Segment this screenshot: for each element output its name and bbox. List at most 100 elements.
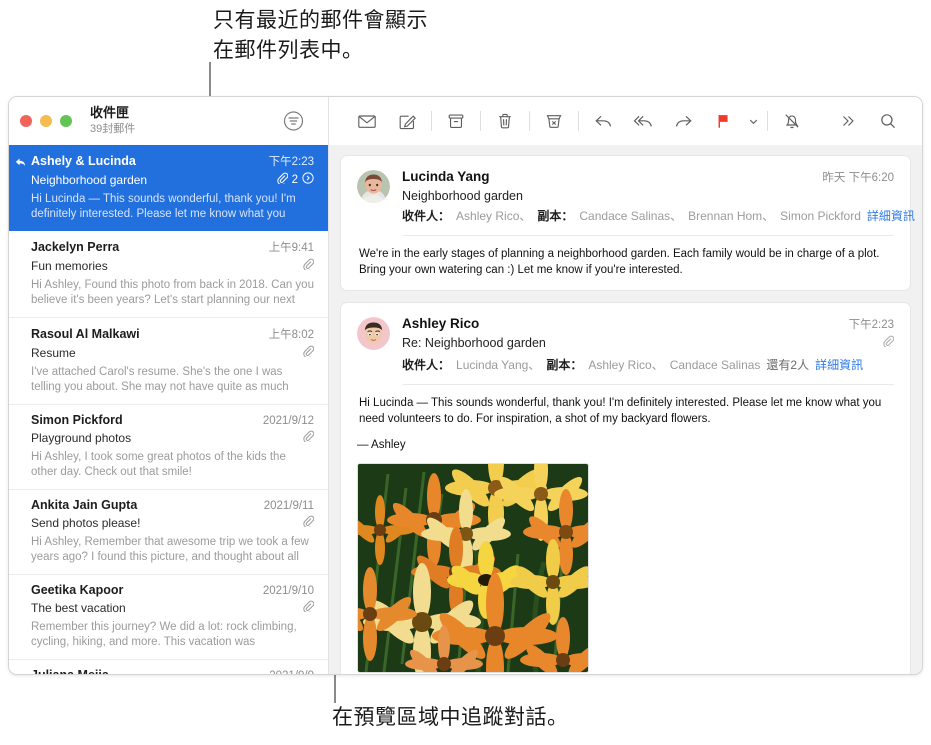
toolbar-divider: [480, 111, 481, 131]
message-list-item-5[interactable]: Geetika Kapoor 2021/9/10 The best vacati…: [9, 575, 328, 660]
message-list-item-2[interactable]: Rasoul Al Malkawi 上午8:02 Resume I've att…: [9, 318, 328, 405]
minimize-button[interactable]: [40, 115, 52, 127]
message-subject: Fun memories: [31, 259, 108, 273]
message-list-item-line1: Rasoul Al Malkawi 上午8:02: [31, 326, 314, 342]
message-snippet: Remember this journey? We did a lot: roc…: [31, 621, 297, 648]
window-controls[interactable]: [20, 115, 72, 127]
to-names: Lucinda Yang、: [456, 358, 541, 372]
message-list-item-line1: Geetika Kapoor 2021/9/10: [31, 583, 314, 597]
paperclip-icon: [302, 514, 315, 532]
search-icon[interactable]: [868, 104, 908, 138]
header-divider: [403, 235, 894, 236]
trash-icon[interactable]: [485, 104, 525, 138]
avatar: [357, 317, 390, 350]
callout-bottom-text: 在預覽區域中追蹤對話。: [332, 706, 569, 729]
chevron-down-icon[interactable]: [743, 104, 763, 138]
filter-circle-icon[interactable]: [283, 111, 304, 132]
message-signature: — Ashley: [357, 439, 406, 451]
message-sender: Juliana Mejia: [31, 668, 263, 674]
mailbox-title-block: 收件匣 39封郵件: [90, 105, 136, 136]
message-date: 上午9:41: [268, 242, 314, 254]
header-divider: [403, 384, 894, 385]
message-header: Lucinda Yang 昨天 下午6:20 Neighborhood gard…: [357, 168, 915, 224]
message-badges: [302, 257, 315, 275]
message-header-main: Lucinda Yang 昨天 下午6:20 Neighborhood gard…: [402, 168, 915, 224]
zoom-button[interactable]: [60, 115, 72, 127]
message-date: 2021/9/10: [262, 585, 314, 597]
cc-label: 副本：: [546, 358, 583, 372]
message-subject: The best vacation: [31, 601, 126, 615]
thread-count: 2: [291, 174, 298, 186]
backyard-flowers-photo[interactable]: [357, 463, 589, 673]
cc-name-2: Candace Salinas: [669, 358, 761, 372]
reply-icon[interactable]: [583, 104, 623, 138]
message-list-item-line1: Ankita Jain Gupta 2021/9/11: [31, 498, 314, 512]
message-header-main: Ashley Rico 下午2:23 Re: Neighborhood gard…: [402, 315, 895, 373]
cc-name-1: Candace Salinas、: [579, 209, 683, 223]
message-header: Ashley Rico 下午2:23 Re: Neighborhood gard…: [357, 315, 895, 373]
details-link[interactable]: 詳細資訊: [815, 356, 863, 373]
flag-icon[interactable]: [703, 104, 743, 138]
chevrons-right-icon[interactable]: [828, 104, 868, 138]
cc-name-1: Ashley Rico、: [588, 358, 664, 372]
message-body: Hi Lucinda — This sounds wonderful, than…: [359, 397, 882, 425]
details-link[interactable]: 詳細資訊: [867, 207, 915, 224]
message-date: 下午2:23: [268, 156, 314, 168]
conversation-message-1[interactable]: Ashley Rico 下午2:23 Re: Neighborhood gard…: [340, 302, 911, 674]
message-sender: Jackelyn Perra: [31, 240, 120, 254]
paperclip-icon: [302, 599, 315, 617]
message-sender: Geetika Kapoor: [31, 583, 124, 597]
close-button[interactable]: [20, 115, 32, 127]
attachment-paperclip-icon: [882, 334, 895, 352]
message-subject-row: Neighborhood garden: [402, 186, 894, 203]
message-sender: Ankita Jain Gupta: [31, 498, 138, 512]
compose-icon[interactable]: [387, 104, 427, 138]
message-list-item-4[interactable]: Ankita Jain Gupta 2021/9/11 Send photos …: [9, 490, 328, 575]
message-subject: Playground photos: [31, 431, 132, 445]
chevron-right-circle-icon[interactable]: [302, 171, 314, 189]
message-sender: Simon Pickford: [31, 413, 123, 427]
message-list-item-line1: Juliana Mejia 2021/9/9: [31, 668, 314, 674]
archive-icon[interactable]: [436, 104, 476, 138]
message-list[interactable]: Ashely & Lucinda 下午2:23 Neighborhood gar…: [9, 145, 329, 674]
cc-name-3: Simon Pickford: [780, 209, 861, 223]
message-badges: [302, 514, 315, 532]
message-recipients: 收件人： Lucinda Yang、 副本： Ashley Rico、 Cand…: [402, 356, 894, 373]
toolbar-divider: [578, 111, 579, 131]
reply-all-icon[interactable]: [623, 104, 663, 138]
message-body: We're in the early stages of planning a …: [359, 248, 880, 276]
junk-icon[interactable]: [534, 104, 574, 138]
to-label: 收件人：: [402, 209, 451, 223]
message-list-item-0[interactable]: Ashely & Lucinda 下午2:23 Neighborhood gar…: [9, 145, 328, 231]
message-list-item-line2: Neighborhood garden 2: [31, 171, 314, 189]
message-subject: Neighborhood garden: [402, 189, 523, 203]
message-date: 2021/9/9: [269, 670, 314, 674]
paperclip-icon: [276, 171, 288, 189]
message-list-item-6[interactable]: Juliana Mejia 2021/9/9 New hiking trail …: [9, 660, 328, 674]
titlebar-left-section: 收件匣 39封郵件: [9, 97, 329, 145]
toolbar: [329, 97, 922, 145]
message-list-item-1[interactable]: Jackelyn Perra 上午9:41 Fun memories Hi As…: [9, 231, 328, 318]
message-subject: Resume: [31, 346, 76, 360]
bell-slash-icon[interactable]: [772, 104, 812, 138]
message-time: 昨天 下午6:20: [822, 172, 894, 184]
message-list-item-line2: Playground photos: [31, 429, 315, 447]
forward-icon[interactable]: [663, 104, 703, 138]
message-subject: Neighborhood garden: [31, 173, 148, 187]
to-names: Ashley Rico、: [456, 209, 532, 223]
toolbar-divider: [767, 111, 768, 131]
mailbox-message-count: 39封郵件: [90, 123, 136, 136]
message-subject: Send photos please!: [31, 516, 141, 530]
message-list-item-line2: Send photos please!: [31, 514, 315, 532]
message-subject: Re: Neighborhood garden: [402, 336, 546, 350]
message-badges: 2: [276, 171, 314, 189]
envelope-icon[interactable]: [347, 104, 387, 138]
conversation-message-0[interactable]: Lucinda Yang 昨天 下午6:20 Neighborhood gard…: [340, 155, 915, 291]
message-list-item-3[interactable]: Simon Pickford 2021/9/12 Playground phot…: [9, 405, 328, 490]
message-snippet: Hi Ashley, I took some great photos of t…: [31, 451, 286, 478]
message-list-item-line2: The best vacation: [31, 599, 315, 617]
message-from: Lucinda Yang: [402, 169, 490, 184]
cc-label: 副本：: [537, 209, 574, 223]
message-snippet: Hi Ashley, Remember that awesome trip we…: [31, 536, 309, 563]
message-snippet: Hi Ashley, Found this photo from back in…: [31, 279, 314, 306]
